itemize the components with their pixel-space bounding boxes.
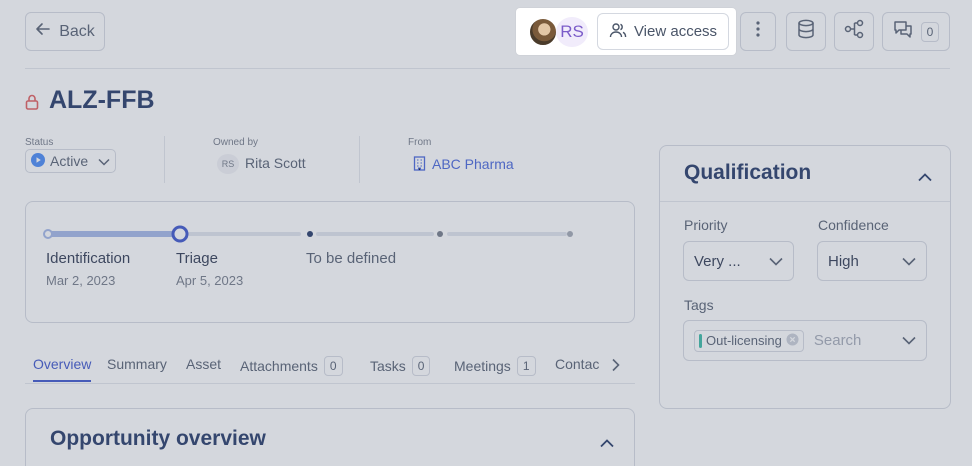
view-access-button[interactable]: View access xyxy=(597,13,729,50)
users-icon xyxy=(609,22,627,42)
tabs-divider xyxy=(25,383,635,384)
from-link[interactable]: ABC Pharma xyxy=(432,156,514,172)
tab-meetings[interactable]: Meetings 1 xyxy=(454,356,536,376)
highlight-spotlight: RS View access xyxy=(516,8,736,55)
opportunity-overview-card: Opportunity overview xyxy=(25,408,635,466)
header-divider xyxy=(25,68,950,69)
user-photo-avatar xyxy=(528,17,558,47)
status-value: Active xyxy=(50,153,89,169)
comments-icon xyxy=(893,20,913,43)
tags-search-placeholder: Search xyxy=(813,332,862,349)
tab-label: Overview xyxy=(33,356,92,372)
owned-by-label: Owned by xyxy=(213,137,259,148)
tab-overview[interactable]: Overview xyxy=(33,356,91,372)
stage-name: Triage xyxy=(176,250,218,267)
view-access-label: View access xyxy=(633,23,718,40)
more-vertical-icon xyxy=(756,21,760,42)
tab-label: Summary xyxy=(107,356,167,372)
owner-initials: RS xyxy=(221,159,235,169)
comments-count: 0 xyxy=(920,21,940,42)
tab-label: Contac xyxy=(555,356,600,372)
confidence-label: Confidence xyxy=(818,217,889,233)
stage-date: Mar 2, 2023 xyxy=(46,273,116,288)
owner-avatar: RS xyxy=(217,154,239,174)
tags-select[interactable]: Out-licensing Search xyxy=(683,320,927,361)
status-label: Status xyxy=(25,137,54,148)
chevron-down-icon xyxy=(902,332,916,349)
stage-track-pending-3 xyxy=(447,232,567,236)
qualification-divider xyxy=(660,201,950,202)
page-title: ALZ-FFB xyxy=(49,86,155,114)
chevron-up-icon[interactable] xyxy=(600,435,614,453)
stage-name: To be defined xyxy=(306,250,397,267)
chevron-up-icon[interactable] xyxy=(918,169,932,187)
stage-date: Apr 5, 2023 xyxy=(176,273,244,288)
tab-attachments[interactable]: Attachments 0 xyxy=(240,356,343,376)
database-icon xyxy=(797,19,815,44)
tab-contacts[interactable]: Contac xyxy=(555,356,601,372)
overview-title: Opportunity overview xyxy=(50,427,266,450)
tab-count: 0 xyxy=(411,356,431,376)
tags-label: Tags xyxy=(684,297,714,313)
stage-track-completed xyxy=(48,231,180,237)
qualification-title: Qualification xyxy=(684,161,812,184)
comments-button[interactable]: 0 xyxy=(882,12,950,51)
stage-dot-future xyxy=(437,231,443,237)
meta-divider xyxy=(359,136,360,183)
owner-name: Rita Scott xyxy=(245,155,306,171)
chevron-down-icon xyxy=(769,253,783,270)
database-button[interactable] xyxy=(786,12,826,51)
tag-label: Out-licensing xyxy=(706,333,782,348)
tab-asset[interactable]: Asset xyxy=(186,356,221,372)
tab-label: Meetings xyxy=(454,358,511,374)
stage-dot-start xyxy=(43,229,53,239)
tab-active-indicator xyxy=(33,380,91,382)
chevron-down-icon xyxy=(902,253,916,270)
tab-count: 0 xyxy=(323,356,343,376)
tab-count: 1 xyxy=(516,356,536,376)
workflow-button[interactable] xyxy=(834,12,874,51)
arrow-left-icon xyxy=(35,21,51,42)
priority-select[interactable]: Very ... xyxy=(683,241,794,281)
confidence-select[interactable]: High xyxy=(817,241,927,281)
stage-name: Identification xyxy=(46,250,131,267)
priority-label: Priority xyxy=(684,217,728,233)
tag-color-bar xyxy=(699,333,702,348)
stage-track-pending-2 xyxy=(316,232,434,236)
avatar-initials: RS xyxy=(560,22,584,41)
chevron-right-icon[interactable] xyxy=(611,358,620,377)
meta-divider xyxy=(164,136,165,183)
status-select[interactable]: Active xyxy=(25,149,116,173)
back-button[interactable]: Back xyxy=(25,12,105,51)
stage-progress-card: Identification Mar 2, 2023 Triage Apr 5,… xyxy=(25,201,635,323)
chevron-down-icon xyxy=(98,153,110,169)
stage-dot-next xyxy=(307,231,313,237)
stage-dot-current xyxy=(171,225,189,243)
confidence-value: High xyxy=(828,252,859,270)
play-circle-icon xyxy=(31,152,45,170)
tab-label: Tasks xyxy=(370,358,406,374)
remove-tag-icon[interactable] xyxy=(786,333,799,349)
lock-icon xyxy=(25,94,39,115)
stage-track-pending-1 xyxy=(188,232,301,236)
tab-tasks[interactable]: Tasks 0 xyxy=(370,356,431,376)
back-label: Back xyxy=(59,22,95,40)
building-icon xyxy=(413,156,426,176)
tab-label: Attachments xyxy=(240,358,318,374)
user-initials-avatar: RS xyxy=(556,17,588,47)
priority-value: Very ... xyxy=(694,252,741,270)
tab-summary[interactable]: Summary xyxy=(107,356,167,372)
more-menu-button[interactable] xyxy=(740,12,776,51)
tab-label: Asset xyxy=(186,356,222,372)
tag-chip: Out-licensing xyxy=(694,329,804,352)
share-nodes-icon xyxy=(844,19,864,44)
from-label: From xyxy=(408,137,432,148)
stage-dot-end xyxy=(567,231,573,237)
